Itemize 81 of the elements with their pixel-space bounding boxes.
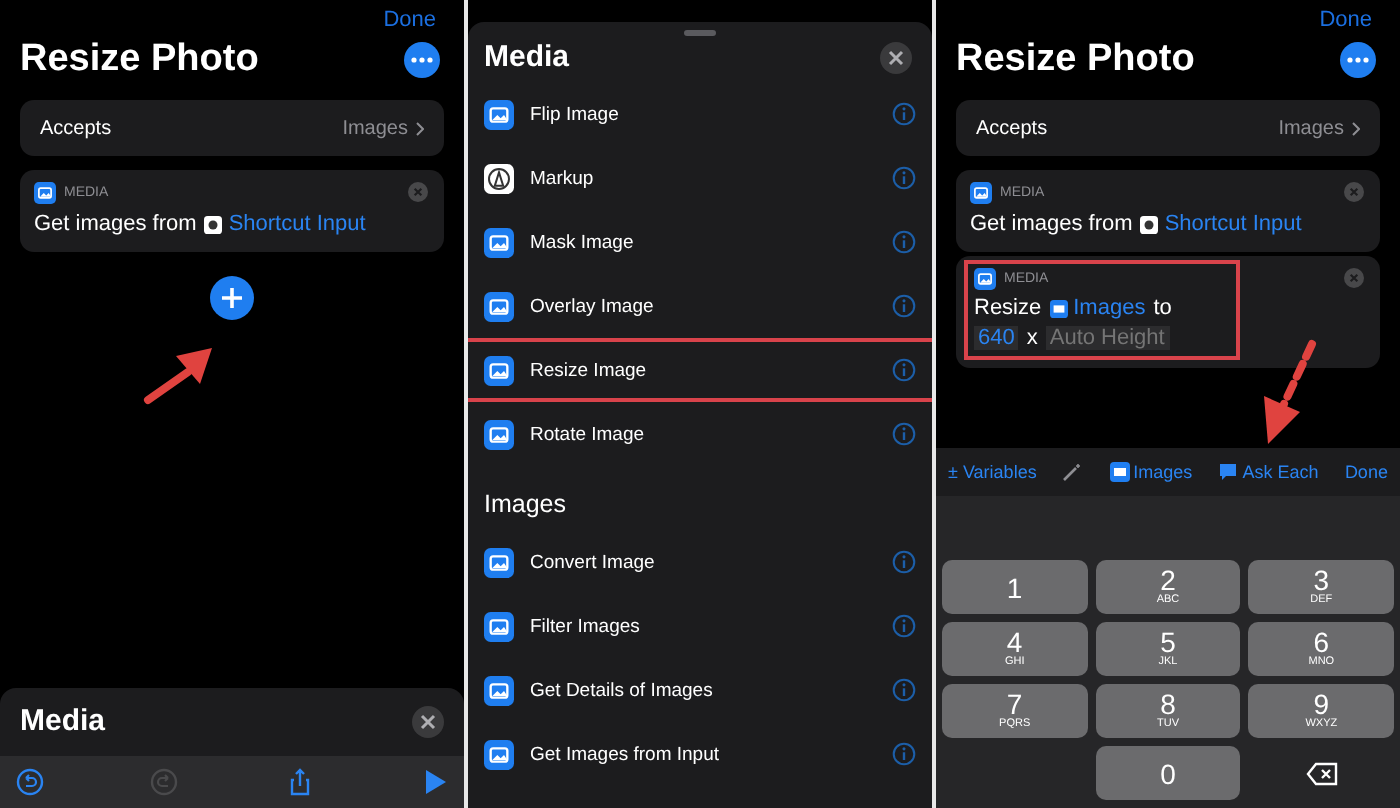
remove-icon[interactable] (408, 182, 428, 202)
backspace-icon[interactable] (1305, 761, 1338, 785)
times-sign: x (1026, 326, 1038, 350)
action-text: Resize (974, 296, 1042, 320)
action-item[interactable]: Get Details of Images (468, 662, 932, 718)
wand-icon[interactable] (1062, 462, 1083, 482)
action-item[interactable]: Overlay Image (468, 278, 932, 334)
image-icon (484, 227, 514, 257)
variable-token[interactable]: Images (1049, 296, 1146, 320)
action-item[interactable]: Get Images from Input (468, 726, 932, 782)
action-item[interactable]: Filter Images (468, 598, 932, 654)
speech-bubble-icon (1218, 462, 1239, 482)
image-icon (1049, 299, 1068, 317)
image-icon (484, 355, 514, 385)
done-button[interactable]: Done (383, 8, 436, 32)
share-icon[interactable] (285, 768, 314, 796)
info-icon[interactable] (892, 614, 916, 638)
keypad-key[interactable]: 0 (1095, 746, 1241, 800)
variables-button[interactable]: ± Variables (948, 462, 1037, 482)
image-icon (484, 547, 514, 577)
chevron-icon (416, 121, 424, 135)
action-item[interactable]: Rotate Image (468, 406, 932, 462)
images-button[interactable]: Images (1109, 462, 1193, 482)
keypad-key[interactable]: 1 (942, 560, 1088, 614)
sheet-title: Media (20, 704, 106, 738)
shortcut-title: Resize Photo (956, 38, 1195, 82)
chevron-icon (1352, 121, 1360, 135)
action-text: Get images from (970, 212, 1133, 236)
close-icon[interactable] (880, 41, 912, 73)
more-icon[interactable] (404, 42, 440, 78)
sheet-title: Media (484, 40, 570, 74)
input-icon (204, 215, 223, 233)
accepts-row[interactable]: Accepts Images (20, 100, 444, 156)
accepts-label: Accepts (40, 117, 112, 139)
close-icon[interactable] (412, 705, 444, 737)
accepts-value: Images (1278, 117, 1344, 139)
info-icon[interactable] (892, 102, 916, 126)
accepts-label: Accepts (976, 117, 1048, 139)
ask-each-button[interactable]: Ask Each (1218, 462, 1319, 482)
action-item[interactable]: Markup (468, 150, 932, 206)
info-icon[interactable] (892, 678, 916, 702)
info-icon[interactable] (892, 230, 916, 254)
image-icon (484, 611, 514, 641)
more-icon[interactable] (1340, 42, 1376, 78)
remove-icon[interactable] (1344, 182, 1364, 202)
image-icon (974, 268, 996, 290)
image-icon (484, 739, 514, 769)
height-field[interactable]: Auto Height (1045, 326, 1170, 350)
done-button[interactable]: Done (1344, 462, 1388, 482)
remove-icon[interactable] (1344, 268, 1364, 288)
info-icon[interactable] (892, 294, 916, 318)
variable-token[interactable]: Shortcut Input (1140, 212, 1302, 236)
accepts-value: Images (342, 117, 408, 139)
image-icon (484, 291, 514, 321)
action-item[interactable]: Flip Image (468, 86, 932, 142)
info-icon[interactable] (892, 166, 916, 190)
action-text: to (1153, 296, 1172, 320)
input-icon (1140, 215, 1159, 233)
action-item[interactable]: Resize Image (468, 342, 932, 398)
image-icon (1109, 462, 1130, 482)
add-icon[interactable] (210, 276, 254, 320)
width-field[interactable]: 640 (974, 326, 1019, 350)
image-icon (484, 99, 514, 129)
action-item[interactable]: Convert Image (468, 534, 932, 590)
image-icon (484, 419, 514, 449)
info-icon[interactable] (892, 422, 916, 446)
image-icon (484, 675, 514, 705)
image-icon (34, 182, 56, 204)
variable-token[interactable]: Shortcut Input (204, 212, 366, 236)
pen-tip-icon (484, 163, 514, 193)
image-icon (970, 182, 992, 204)
done-button[interactable]: Done (1319, 8, 1372, 32)
info-icon[interactable] (892, 742, 916, 766)
info-icon[interactable] (892, 550, 916, 574)
action-item[interactable]: Mask Image (468, 214, 932, 270)
info-icon[interactable] (892, 358, 916, 382)
undo-icon[interactable] (16, 768, 44, 796)
section-header: Images (482, 488, 568, 522)
accepts-row[interactable]: Accepts Images (956, 100, 1380, 156)
shortcut-title: Resize Photo (20, 38, 259, 82)
action-text: Get images from (34, 212, 197, 236)
